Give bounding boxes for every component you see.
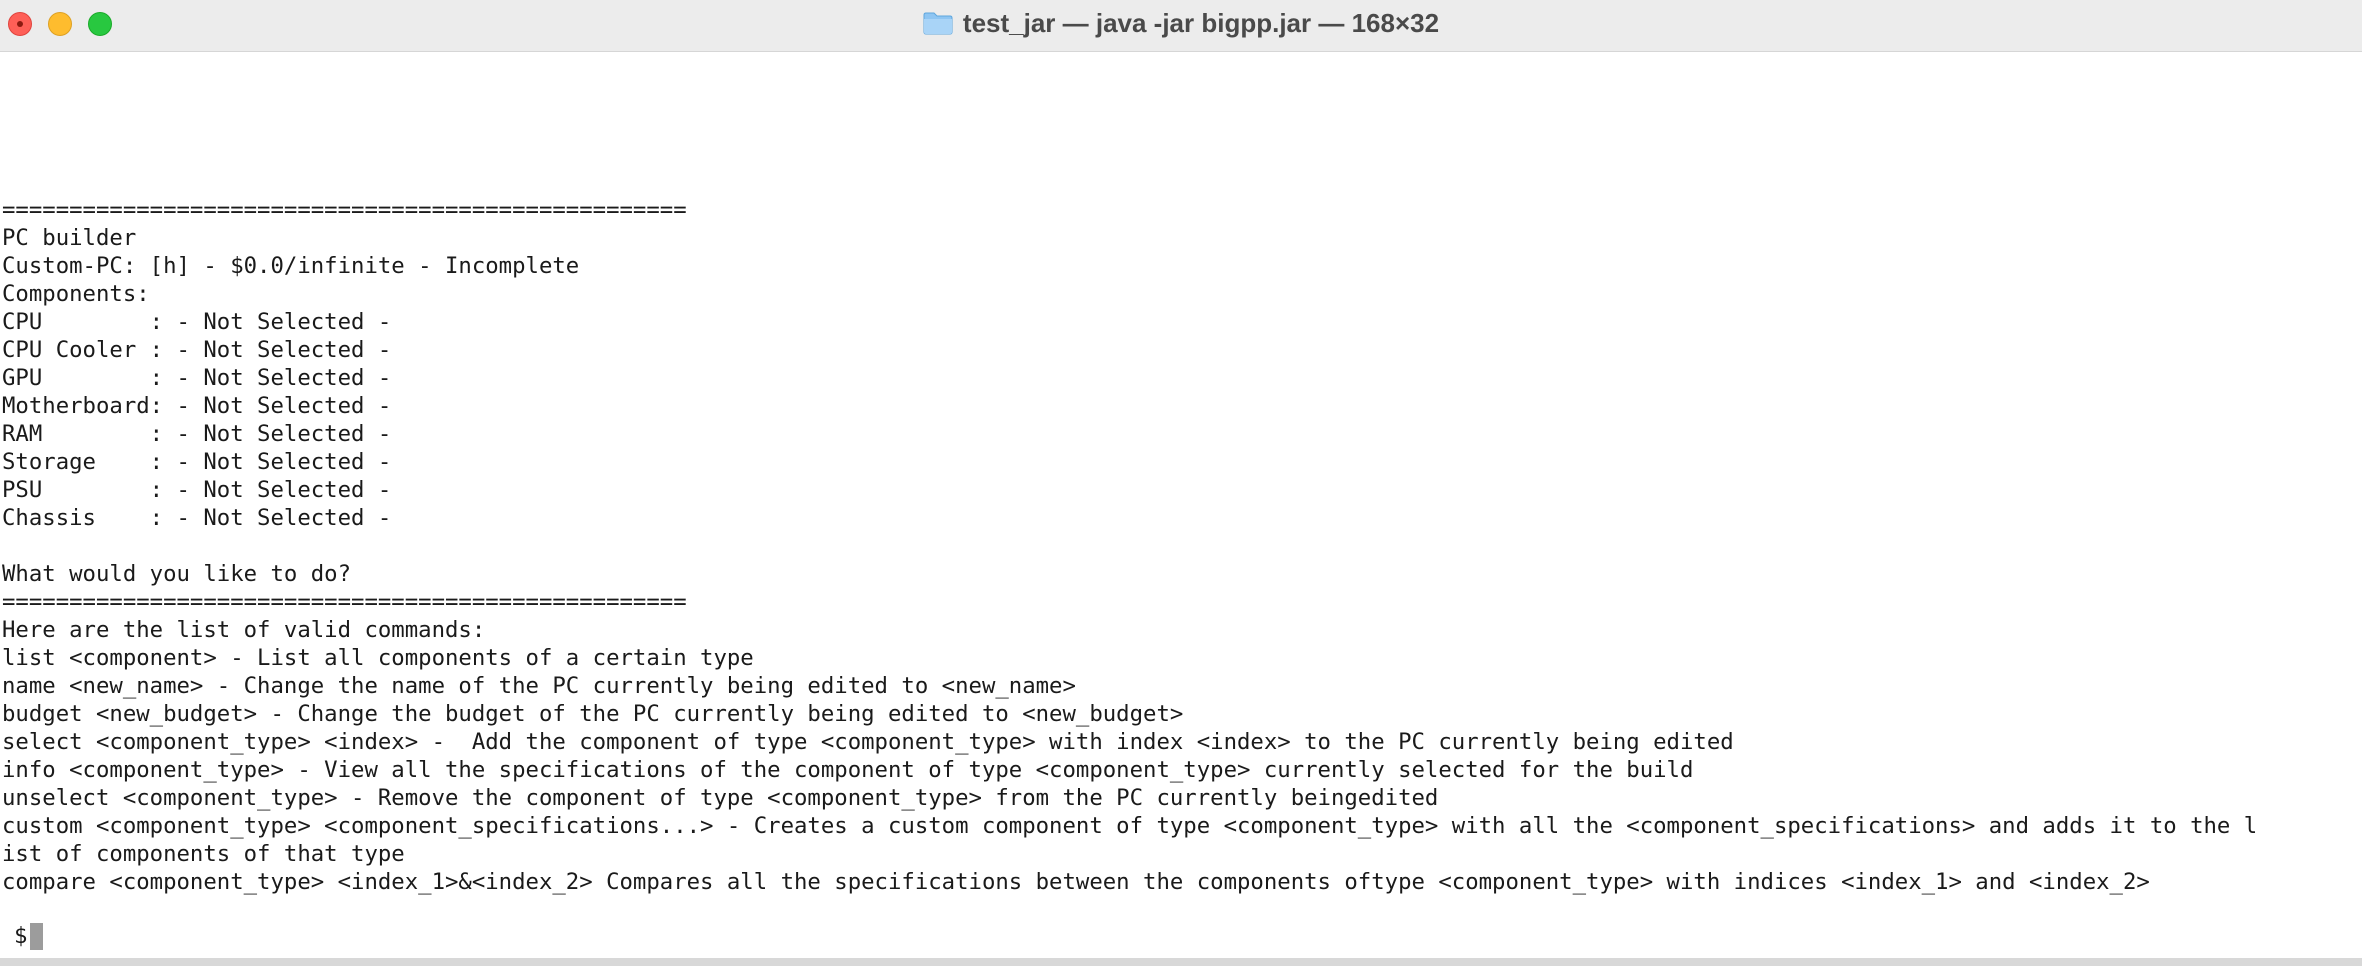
window-title-group: test_jar — java -jar bigpp.jar — 168×32 [0,0,2362,46]
command-prompt[interactable]: $ [14,922,44,950]
terminal-window: test_jar — java -jar bigpp.jar — 168×32 … [0,0,2362,966]
terminal-line: select <component_type> <index> - Add th… [2,729,1734,755]
terminal-line: Motherboard: - Not Selected - [2,393,392,419]
terminal-line: GPU : - Not Selected - [2,365,392,391]
terminal-line: ========================================… [2,589,687,615]
window-title: test_jar — java -jar bigpp.jar — 168×32 [962,7,1440,38]
terminal-line: name <new_name> - Change the name of the… [2,673,1076,699]
terminal-line: ========================================… [2,197,687,223]
terminal-line: budget <new_budget> - Change the budget … [2,701,1184,727]
terminal-line: RAM : - Not Selected - [2,421,392,447]
terminal-line: CPU Cooler : - Not Selected - [2,337,392,363]
terminal-line: list <component> - List all components o… [2,645,754,671]
window-bottom-edge [0,958,2362,966]
terminal-line: Components: [2,281,150,307]
prompt-symbol: $ [14,923,28,949]
terminal-line: What would you like to do? [2,561,352,587]
folder-icon [923,11,953,35]
terminal-line: Storage : - Not Selected - [2,449,392,475]
terminal-line: Custom-PC: [h] - $0.0/infinite - Incompl… [2,253,580,279]
terminal-line: Here are the list of valid commands: [2,617,486,643]
terminal-line: PC builder [2,225,137,251]
terminal-line: ist of components of that type [2,841,405,867]
title-bar[interactable]: test_jar — java -jar bigpp.jar — 168×32 [0,0,2362,52]
text-cursor [30,922,44,950]
terminal-line: CPU : - Not Selected - [2,309,392,335]
terminal-line: Chassis : - Not Selected - [2,505,392,531]
terminal-line: unselect <component_type> - Remove the c… [2,785,1439,811]
terminal-output[interactable]: ========================================… [2,196,2360,896]
terminal-line: info <component_type> - View all the spe… [2,757,1694,783]
terminal-line: compare <component_type> <index_1>&<inde… [2,869,2150,895]
terminal-line: custom <component_type> <component_speci… [2,813,2258,839]
terminal-line: PSU : - Not Selected - [2,477,392,503]
